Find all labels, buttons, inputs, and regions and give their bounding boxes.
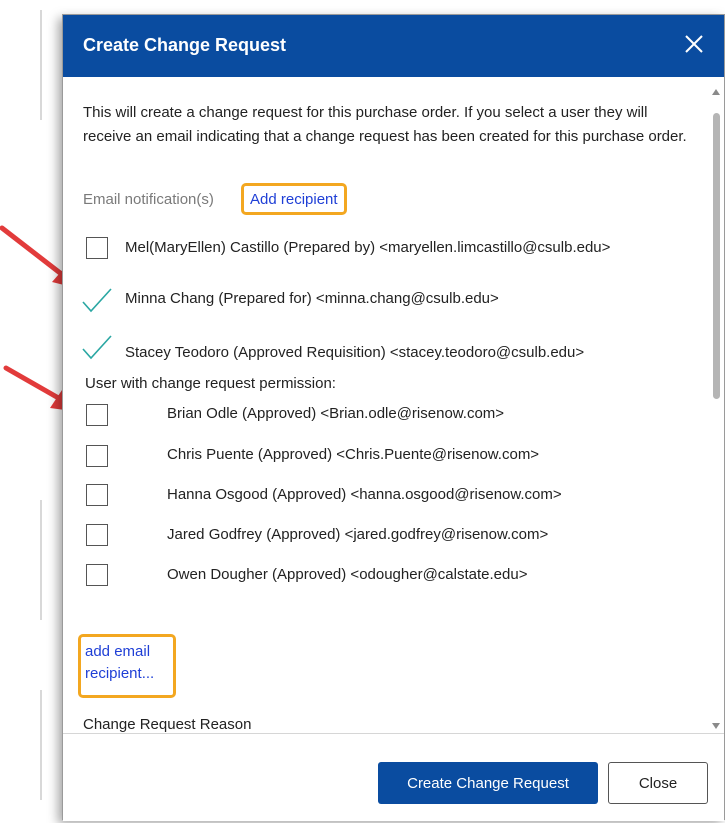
- checkmark-icon[interactable]: [81, 287, 113, 313]
- close-icon[interactable]: [682, 32, 706, 56]
- scroll-up-icon[interactable]: [712, 89, 720, 95]
- checkmark-icon[interactable]: [81, 334, 113, 360]
- change-reason-label: Change Request Reason: [83, 716, 252, 733]
- dialog-footer: Create Change Request Close: [63, 733, 724, 821]
- permission-checkbox-odle[interactable]: [86, 404, 108, 426]
- background-page-fragment: [40, 10, 42, 120]
- add-recipient-link[interactable]: Add recipient: [241, 183, 347, 215]
- dialog-header: Create Change Request: [63, 15, 724, 77]
- permission-checkbox-puente[interactable]: [86, 445, 108, 467]
- permission-user-label: Owen Dougher (Approved) <odougher@calsta…: [167, 566, 528, 583]
- permission-user-label: Brian Odle (Approved) <Brian.odle@riseno…: [167, 405, 505, 422]
- add-email-line1: add email: [85, 643, 151, 660]
- dialog-body: This will create a change request for th…: [63, 77, 724, 733]
- create-change-request-button[interactable]: Create Change Request: [378, 762, 598, 804]
- permission-checkbox-osgood[interactable]: [86, 484, 108, 506]
- recipient-label: Stacey Teodoro (Approved Requisition) <s…: [125, 344, 585, 361]
- create-change-request-dialog: Create Change Request This will create a…: [62, 14, 725, 821]
- close-button[interactable]: Close: [608, 762, 708, 804]
- recipient-checkbox-castillo[interactable]: [86, 237, 108, 259]
- background-page-fragment: [40, 690, 42, 800]
- dialog-title: Create Change Request: [83, 35, 287, 55]
- scroll-thumb[interactable]: [713, 113, 720, 399]
- permission-user-label: Hanna Osgood (Approved) <hanna.osgood@ri…: [167, 486, 562, 503]
- recipient-label: Minna Chang (Prepared for) <minna.chang@…: [125, 290, 499, 307]
- permission-checkbox-dougher[interactable]: [86, 564, 108, 586]
- background-page-fragment: [40, 500, 42, 620]
- scroll-down-icon[interactable]: [712, 723, 720, 729]
- recipient-label: Mel(MaryEllen) Castillo (Prepared by) <m…: [125, 239, 611, 256]
- dialog-scrollbar[interactable]: [708, 85, 724, 733]
- permission-users-label: User with change request permission:: [85, 375, 336, 392]
- intro-text: This will create a change request for th…: [83, 104, 687, 145]
- permission-user-label: Jared Godfrey (Approved) <jared.godfrey@…: [167, 526, 549, 543]
- add-email-recipient-link[interactable]: add email recipient...: [78, 634, 176, 698]
- permission-checkbox-godfrey[interactable]: [86, 524, 108, 546]
- email-notifications-label: Email notification(s): [83, 191, 214, 208]
- permission-user-label: Chris Puente (Approved) <Chris.Puente@ri…: [167, 446, 540, 463]
- add-email-line2: recipient...: [85, 665, 155, 682]
